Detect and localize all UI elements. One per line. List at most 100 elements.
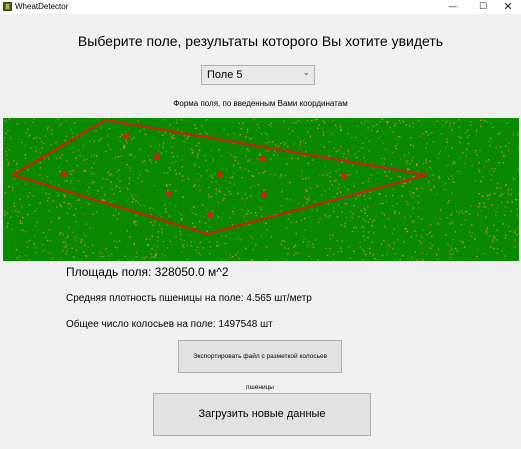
wheat-speckle [130,154,133,157]
wheat-speckle [20,141,23,144]
wheat-speckle [48,193,51,195]
wheat-speckle [201,125,203,128]
wheat-speckle [218,243,221,245]
wheat-speckle [507,189,509,191]
wheat-speckle [51,129,53,131]
wheat-speckle [204,155,206,157]
wheat-speckle [68,226,71,229]
wheat-speckle [440,209,442,211]
field-shape-caption: Форма поля, по введенным Вами координата… [173,99,348,108]
wheat-speckle [284,247,286,249]
wheat-speckle [26,213,29,216]
wheat-speckle [11,228,13,231]
wheat-speckle [393,125,396,127]
wheat-speckle [206,133,208,135]
wheat-speckle [289,199,292,201]
wheat-speckle [131,201,134,203]
wheat-speckle [66,250,68,252]
wheat-speckle [403,240,405,243]
wheat-speckle [386,175,388,177]
wheat-speckle [135,200,137,202]
wheat-speckle [243,215,246,218]
wheat-speckle [191,150,194,152]
wheat-speckle [265,150,267,152]
wheat-speckle [13,205,16,207]
wheat-speckle [316,185,318,187]
wheat-speckle [304,217,306,220]
wheat-speckle [70,173,72,176]
wheat-speckle [380,157,383,159]
wheat-speckle [180,119,183,121]
wheat-speckle [215,188,217,190]
wheat-speckle [114,186,117,189]
wheat-speckle [293,143,295,145]
wheat-speckle [404,182,406,185]
wheat-speckle [364,239,366,241]
wheat-speckle [27,169,29,171]
wheat-speckle [367,231,370,233]
wheat-speckle [182,196,184,198]
wheat-speckle [115,185,118,187]
wheat-speckle [142,257,144,259]
wheat-speckle [486,121,488,123]
wheat-speckle [302,204,304,206]
wheat-speckle [351,137,353,139]
wheat-speckle [33,242,35,245]
wheat-speckle [493,193,496,195]
wheat-speckle [181,166,183,168]
wheat-speckle [338,183,341,185]
wheat-speckle [517,132,519,134]
wheat-speckle [139,204,141,207]
wheat-speckle [514,198,517,201]
wheat-speckle [478,202,481,205]
field-select-dropdown[interactable]: Поле 5 ⌄ [201,65,315,85]
wheat-speckle [305,177,307,180]
wheat-speckle [105,150,107,153]
wheat-speckle [478,162,480,164]
wheat-app-icon [3,2,12,11]
wheat-speckle [283,120,285,122]
wheat-speckle [412,145,415,147]
wheat-speckle [168,167,170,169]
wheat-speckle [379,121,381,123]
wheat-speckle [78,149,80,152]
close-button[interactable]: ✕ [493,0,521,14]
wheat-speckle [168,215,170,217]
field-vertex [261,192,267,198]
wheat-speckle [341,240,343,242]
wheat-speckle [467,142,470,145]
wheat-speckle [308,177,310,179]
wheat-speckle [426,142,428,145]
wheat-speckle [279,176,281,179]
minimize-button[interactable]: — [438,0,468,14]
wheat-speckle [203,215,206,217]
wheat-speckle [455,247,457,250]
wheat-speckle [181,180,183,182]
wheat-speckle [123,144,125,147]
export-markup-button[interactable]: Экспортировать файл с разметкой колосьев… [178,340,342,391]
wheat-speckle [244,168,246,170]
wheat-speckle [158,144,161,146]
wheat-speckle [88,140,91,142]
wheat-speckle [239,134,241,136]
wheat-speckle [208,219,210,222]
wheat-speckle [255,244,257,246]
wheat-speckle [195,249,197,251]
wheat-speckle [357,195,360,197]
wheat-speckle [181,251,183,253]
wheat-speckle [59,157,62,159]
wheat-speckle [410,194,412,196]
wheat-speckle [298,252,300,255]
wheat-speckle [456,170,459,173]
wheat-speckle [108,255,110,257]
wheat-speckle [358,216,360,218]
wheat-speckle [286,163,288,165]
load-new-data-button[interactable]: Загрузить новые данные [153,393,371,436]
wheat-speckle [355,197,357,200]
wheat-speckle [99,251,101,253]
wheat-speckle [453,161,455,163]
wheat-speckle [75,249,78,251]
wheat-speckle [336,216,339,218]
wheat-speckle [391,151,394,154]
wheat-speckle [162,142,165,144]
